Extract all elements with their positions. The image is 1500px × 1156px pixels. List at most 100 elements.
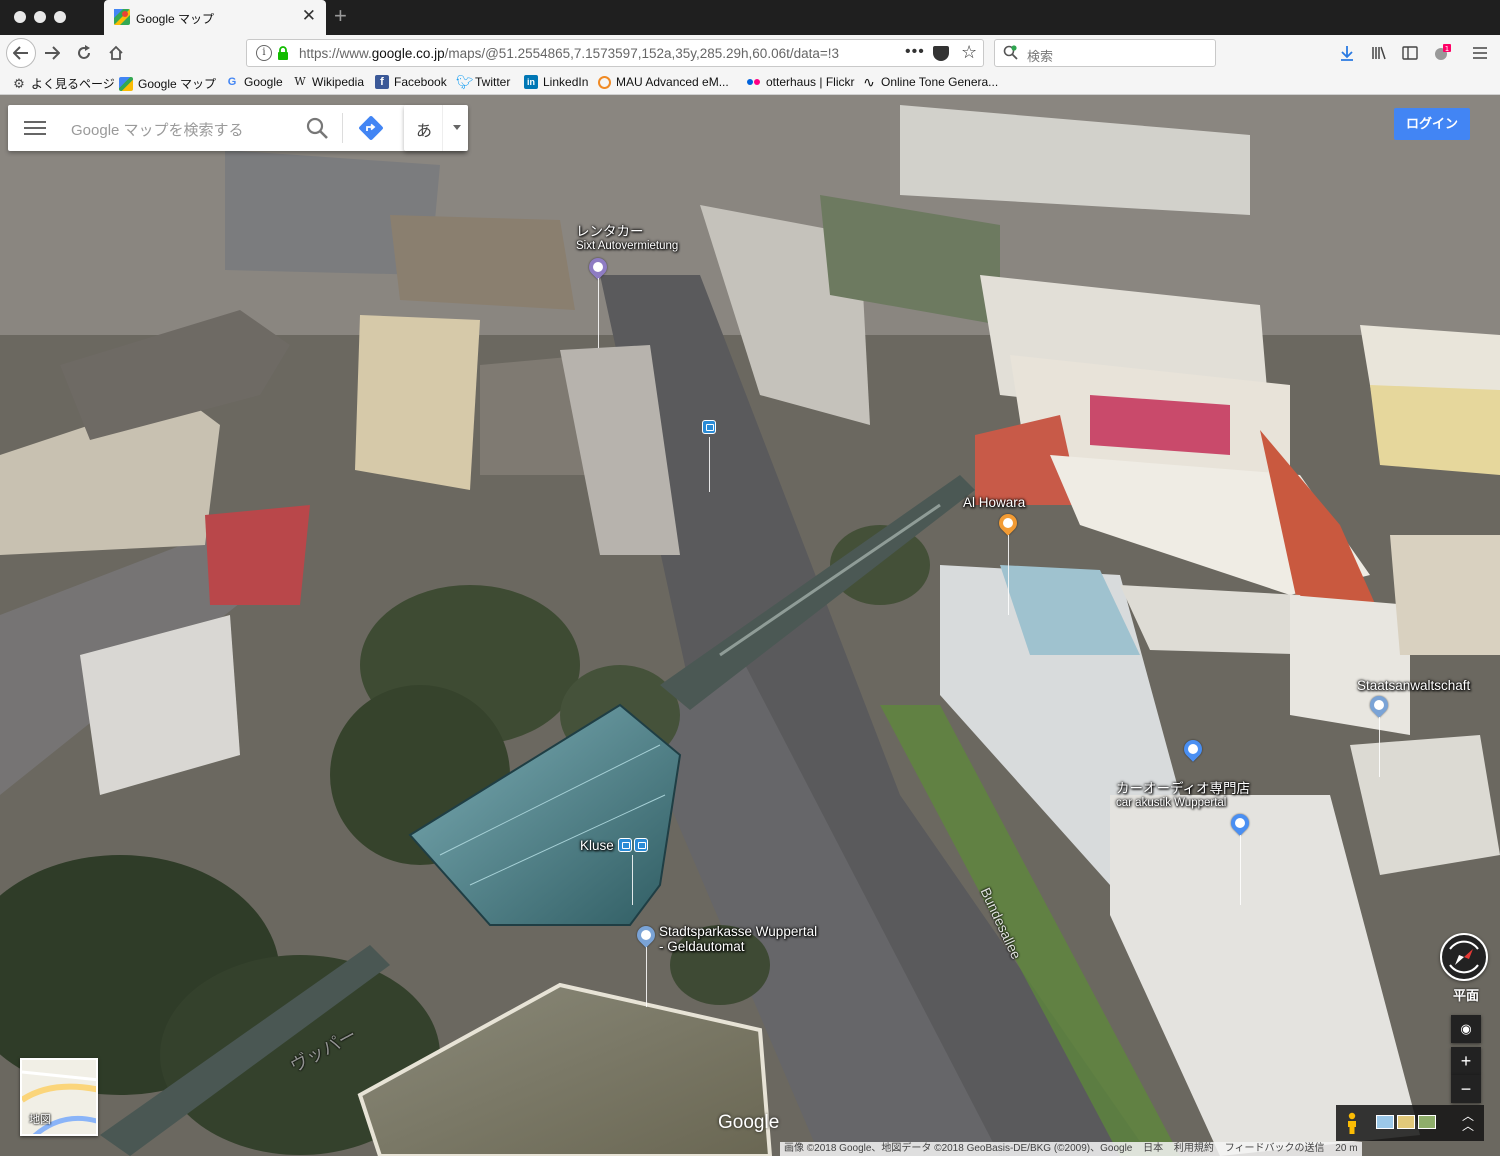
url-text[interactable]: https://www.google.co.jp/maps/@51.255486… [299,46,899,61]
attribution-text: 画像 ©2018 Google、地図データ ©2018 GeoBasis-DE/… [784,1143,1133,1154]
hamburger-menu-icon[interactable] [1470,43,1490,63]
pegman-icon[interactable] [1346,1112,1358,1134]
page-actions-icon[interactable]: ••• [905,43,925,61]
terms-link[interactable]: 利用規約 [1174,1143,1214,1154]
compass-icon [1449,940,1479,974]
bookmark-google-maps[interactable]: Google マップ [119,75,216,92]
input-tools-label: あ [416,123,433,140]
bus-stop-icon[interactable] [634,838,648,852]
maps-search-placeholder[interactable]: Google マップを検索する [71,119,244,140]
bookmark-label: Google マップ [138,77,217,91]
info-icon[interactable]: i [256,45,272,61]
minimize-window-button[interactable] [34,11,46,23]
minimap-label: 地図 [29,1114,51,1126]
imagery-thumbnail-icon[interactable] [1376,1115,1394,1129]
poi-stick [632,855,633,905]
bookmark-label: Facebook [394,75,447,89]
directions-icon[interactable] [358,115,384,141]
sidebar-icon[interactable] [1400,43,1420,63]
bookmark-tone-generator[interactable]: ∿ Online Tone Genera... [862,75,998,89]
imagery-thumbnail-icon[interactable] [1397,1115,1415,1129]
satellite-3d-imagery [0,95,1500,1156]
linkedin-icon: in [524,75,538,89]
region-link[interactable]: 日本 [1143,1143,1163,1154]
poi-stick [598,278,599,348]
zoom-out-button[interactable]: − [1451,1075,1481,1103]
bookmark-star-icon[interactable]: ☆ [961,42,977,63]
input-tools-button[interactable]: あ [404,105,468,151]
poi-staatsanwaltschaft[interactable]: Staatsanwaltschaft [1357,678,1470,693]
poi-name: Stadtsparkasse Wuppertal [659,924,818,939]
library-icon[interactable] [1369,43,1389,63]
url-path: /maps/@51.2554865,7.1573597,152a,35y,285… [444,46,840,61]
reload-button[interactable] [70,39,98,67]
my-location-button[interactable]: ◉ [1451,1015,1481,1043]
menu-icon[interactable] [24,118,46,138]
arrow-right-icon [45,46,60,60]
bookmark-google[interactable]: G Google [225,75,283,89]
tab-close-icon[interactable]: ✕ [302,7,316,25]
downloads-icon[interactable] [1337,43,1357,63]
google-maps-icon [114,9,130,25]
new-tab-button[interactable]: + [334,4,347,28]
home-button[interactable] [102,39,130,67]
zoom-in-button[interactable]: + [1451,1047,1481,1075]
poi-subtitle: Sixt Autovermietung [576,240,679,252]
maps-search-box[interactable]: Google マップを検索する [8,105,466,151]
bookmark-label: Twitter [475,75,511,89]
poi-rental-car[interactable]: レンタカー Sixt Autovermietung [576,224,678,254]
extension-icon[interactable]: 1 [1432,43,1452,63]
bookmark-label: Online Tone Genera... [881,75,999,89]
bookmark-linkedin[interactable]: in LinkedIn [524,75,588,89]
poi-car-audio[interactable]: カーオーディオ専門店 car akustik Wuppertal [1116,781,1250,811]
bookmark-facebook[interactable]: f Facebook [375,75,447,89]
poi-sparkasse-atm[interactable]: Stadtsparkasse Wuppertal - Geldautomat [659,924,817,954]
bookmark-label: otterhaus | Flickr [766,75,855,89]
search-bar[interactable]: 検索 [994,39,1216,67]
url-bar[interactable]: i https://www.google.co.jp/maps/@51.2554… [246,39,984,67]
poi-stick [646,947,647,1007]
bookmark-wikipedia[interactable]: W Wikipedia [293,75,364,89]
tilt-2d-button[interactable]: 平面 [1449,985,1483,1007]
poi-name: Staatsanwaltschaft [1357,678,1471,693]
forward-button[interactable] [38,39,66,67]
browser-toolbar: i https://www.google.co.jp/maps/@51.2554… [0,35,1500,71]
map-canvas[interactable]: Google マップを検索する あ ログイン レンタカー Sixt Autove… [0,95,1500,1156]
divider [342,113,343,143]
circle-icon [598,75,611,89]
bookmark-mau[interactable]: MAU Advanced eM... [598,75,729,89]
chevron-down-icon[interactable] [453,125,461,130]
browser-tab[interactable]: Google マップ ✕ [104,0,326,35]
bookmark-twitter[interactable]: 🐦︎ Twitter [456,75,510,89]
chevron-up-icon[interactable]: ︿ ︿ [1462,1110,1474,1132]
window-titlebar: Google マップ ✕ + [0,0,1500,35]
poi-kluse-station[interactable]: Kluse [580,838,614,853]
map-footer: 画像 ©2018 Google、地図データ ©2018 GeoBasis-DE/… [780,1142,1362,1156]
bookmark-label: MAU Advanced eM... [616,75,729,89]
poi-al-howara[interactable]: Al Howara [963,495,1025,510]
pocket-icon[interactable] [933,46,949,61]
google-logo: Google [718,1112,780,1133]
login-button[interactable]: ログイン [1394,108,1470,140]
bookmark-flickr[interactable]: otterhaus | Flickr [745,75,854,89]
reload-icon [78,45,90,59]
search-icon[interactable] [304,115,330,141]
imagery-thumbnail-icon[interactable] [1418,1115,1436,1129]
poi-subtitle: car akustik Wuppertal [1116,797,1227,809]
bus-stop-icon[interactable] [702,420,716,434]
home-icon [109,45,123,60]
close-window-button[interactable] [14,11,26,23]
map-type-toggle[interactable]: 地図 [20,1058,98,1136]
poi-name: Al Howara [963,495,1026,510]
bookmark-label: Google [244,75,283,89]
bookmark-label: LinkedIn [543,75,589,89]
location-target-icon: ◉ [1460,1021,1472,1036]
train-station-icon[interactable] [618,838,632,852]
facebook-icon: f [375,75,389,89]
poi-name: カーオーディオ専門店 [1116,781,1251,796]
back-button[interactable] [6,38,36,68]
zoom-window-button[interactable] [54,11,66,23]
compass-button[interactable] [1440,933,1488,981]
feedback-link[interactable]: フィードバックの送信 [1225,1143,1325,1154]
bookmark-most-visited[interactable]: ⚙ よく見るページ [12,75,115,92]
